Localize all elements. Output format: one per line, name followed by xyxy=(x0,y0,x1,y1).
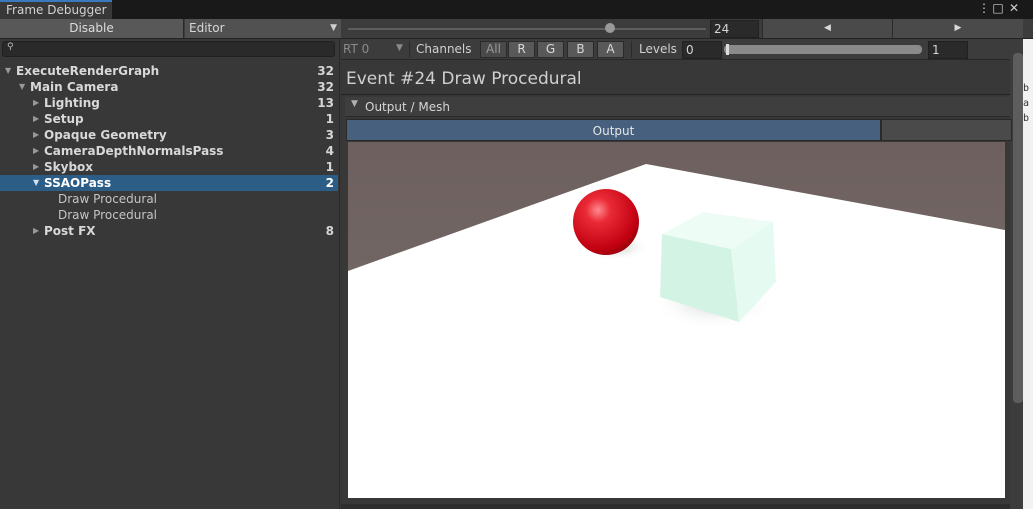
channel-b-button[interactable]: B xyxy=(567,41,594,58)
event-slider-track[interactable] xyxy=(348,28,706,30)
maximize-icon[interactable]: □ xyxy=(991,1,1005,15)
adjacent-text: b xyxy=(1023,83,1030,94)
event-slider-thumb[interactable] xyxy=(605,23,615,33)
tree-item-setup[interactable]: ▶ Setup 1 xyxy=(0,111,338,127)
close-icon[interactable]: ✕ xyxy=(1007,1,1021,15)
tree-item-opaque-geometry[interactable]: ▶ Opaque Geometry 3 xyxy=(0,127,338,143)
event-title: Event #24 Draw Procedural xyxy=(346,69,582,89)
search-icon: ⚲ xyxy=(7,42,14,52)
tab-title: Frame Debugger xyxy=(6,3,107,17)
collapsed-arrow-icon[interactable]: ▶ xyxy=(33,143,39,159)
target-dropdown-value: Editor xyxy=(189,21,225,35)
chevron-down-icon: ▼ xyxy=(396,43,403,53)
disable-button[interactable]: Disable xyxy=(0,19,184,38)
channels-label: Channels xyxy=(416,42,472,56)
levels-range-handle[interactable] xyxy=(726,44,729,55)
search-field[interactable]: ⚲ xyxy=(2,41,335,57)
render-preview xyxy=(348,142,1005,498)
frame-debugger-tab[interactable]: Frame Debugger xyxy=(0,0,112,19)
tree-item-lighting[interactable]: ▶ Lighting 13 xyxy=(0,95,338,111)
collapsed-arrow-icon[interactable]: ▶ xyxy=(33,127,39,143)
section-title: Output / Mesh xyxy=(365,100,450,114)
target-dropdown[interactable]: Editor ▼ xyxy=(185,19,341,38)
expand-arrow-icon[interactable]: ▼ xyxy=(5,63,11,79)
tree-item-draw-procedural[interactable]: Draw Procedural xyxy=(0,191,338,207)
tree-item-executerendergraph[interactable]: ▼ ExecuteRenderGraph 32 xyxy=(0,63,338,79)
render-target-dropdown[interactable]: RT 0 xyxy=(343,42,369,56)
channel-all-button[interactable]: All xyxy=(480,41,507,58)
chevron-down-icon: ▼ xyxy=(330,23,337,33)
tree-item-ssaopass[interactable]: ▼ SSAOPass 2 xyxy=(0,175,338,191)
tree-item-draw-procedural[interactable]: Draw Procedural xyxy=(0,207,338,223)
collapsed-arrow-icon[interactable]: ▶ xyxy=(33,223,39,239)
adjacent-window-edge xyxy=(1023,39,1033,509)
collapsed-arrow-icon[interactable]: ▶ xyxy=(33,159,39,175)
expand-arrow-icon[interactable]: ▼ xyxy=(351,99,358,109)
divider xyxy=(341,94,1010,95)
red-sphere xyxy=(573,189,639,255)
panel-bottom-border xyxy=(341,504,1010,509)
event-tree-panel: ⚲ ▼ ExecuteRenderGraph 32 ▼ Main Camera … xyxy=(0,39,340,509)
tree-item-main-camera[interactable]: ▼ Main Camera 32 xyxy=(0,79,338,95)
tree-item-post-fx[interactable]: ▶ Post FX 8 xyxy=(0,223,338,239)
adjacent-text: b xyxy=(1023,113,1030,124)
scene-preview-image xyxy=(348,142,1005,498)
channel-a-button[interactable]: A xyxy=(597,41,624,58)
arrow-left-icon: ◀ xyxy=(824,23,831,33)
separator xyxy=(409,41,410,58)
tree-item-skybox[interactable]: ▶ Skybox 1 xyxy=(0,159,338,175)
channel-g-button[interactable]: G xyxy=(537,41,564,58)
levels-range-slider[interactable] xyxy=(724,45,922,54)
previous-event-button[interactable]: ◀ xyxy=(762,19,892,38)
event-detail-panel: RT 0 ▼ Channels All R G B A Levels 0 1 E… xyxy=(341,39,1033,509)
levels-max-field[interactable]: 1 xyxy=(928,41,968,59)
expand-arrow-icon[interactable]: ▼ xyxy=(33,175,39,191)
mesh-tab[interactable] xyxy=(881,119,1012,141)
separator xyxy=(631,41,632,58)
event-index-field[interactable]: 24 xyxy=(710,20,759,38)
adjacent-text: a xyxy=(1023,98,1030,109)
levels-label: Levels xyxy=(639,42,677,56)
scrollbar-thumb[interactable] xyxy=(1013,53,1023,403)
next-event-button[interactable]: ▶ xyxy=(892,19,1023,38)
window-title-bar: Frame Debugger ⋮ □ ✕ xyxy=(0,0,1033,19)
levels-min-field[interactable]: 0 xyxy=(682,41,722,59)
toolbar: Disable Editor ▼ 24 ◀ ▶ xyxy=(0,19,1033,39)
render-target-bar: RT 0 ▼ Channels All R G B A Levels 0 1 xyxy=(341,39,1033,60)
expand-arrow-icon[interactable]: ▼ xyxy=(19,79,25,95)
output-mesh-foldout[interactable]: ▼ Output / Mesh xyxy=(345,97,1010,117)
arrow-right-icon: ▶ xyxy=(954,23,962,33)
collapsed-arrow-icon[interactable]: ▶ xyxy=(33,95,39,111)
tree-item-cameradepthnormalspass[interactable]: ▶ CameraDepthNormalsPass 4 xyxy=(0,143,338,159)
output-tab[interactable]: Output xyxy=(346,119,881,141)
channel-r-button[interactable]: R xyxy=(508,41,535,58)
kebab-menu-icon[interactable]: ⋮ xyxy=(977,1,991,15)
collapsed-arrow-icon[interactable]: ▶ xyxy=(33,111,39,127)
